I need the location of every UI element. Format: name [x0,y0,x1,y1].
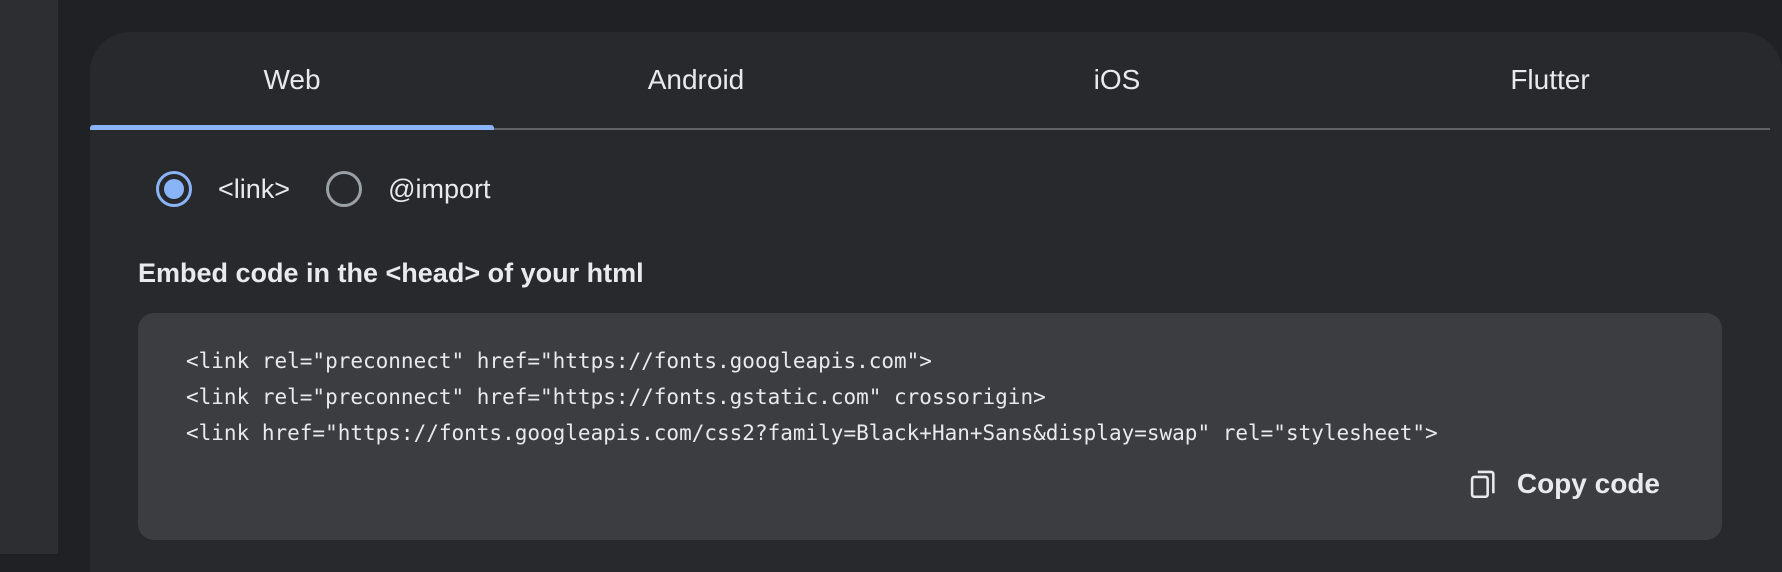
tab-android-label: Android [647,64,745,95]
radio-import-indicator[interactable] [326,171,363,207]
tab-flutter-label: Flutter [1510,64,1590,95]
tab-web[interactable]: Web [90,32,494,130]
tab-flutter[interactable]: Flutter [1330,32,1770,128]
code-block: <link rel="preconnect" href="https://fon… [138,313,1722,540]
tab-web-label: Web [263,64,321,95]
embed-title: Embed code in the <head> of your html [138,258,644,288]
radio-selected-dot [164,179,184,199]
code-line: <link href="https://fonts.googleapis.com… [186,421,1438,445]
code-lines: <link rel="preconnect" href="https://fon… [186,343,1438,451]
copy-code-button[interactable]: Copy code [1465,465,1660,503]
radio-import[interactable]: @import [326,171,491,207]
tab-active-indicator [90,125,494,130]
embed-panel: Web Android iOS Flutter <link> @import E… [90,32,1782,572]
radio-link[interactable]: <link> [156,171,290,207]
code-line: <link rel="preconnect" href="https://fon… [186,349,932,373]
radio-link-indicator[interactable] [156,171,192,207]
tab-android[interactable]: Android [494,32,898,128]
tab-ios[interactable]: iOS [917,32,1317,128]
radio-link-label: <link> [218,173,291,204]
platform-tabs: Web Android iOS Flutter [90,32,1770,130]
tab-ios-label: iOS [1093,64,1141,95]
left-rail [0,0,58,554]
copy-code-label: Copy code [1516,468,1660,499]
copy-icon [1470,470,1495,499]
radio-import-label: @import [388,173,491,204]
code-line: <link rel="preconnect" href="https://fon… [186,385,1046,409]
embed-type-radio-group: <link> @import [156,164,527,214]
